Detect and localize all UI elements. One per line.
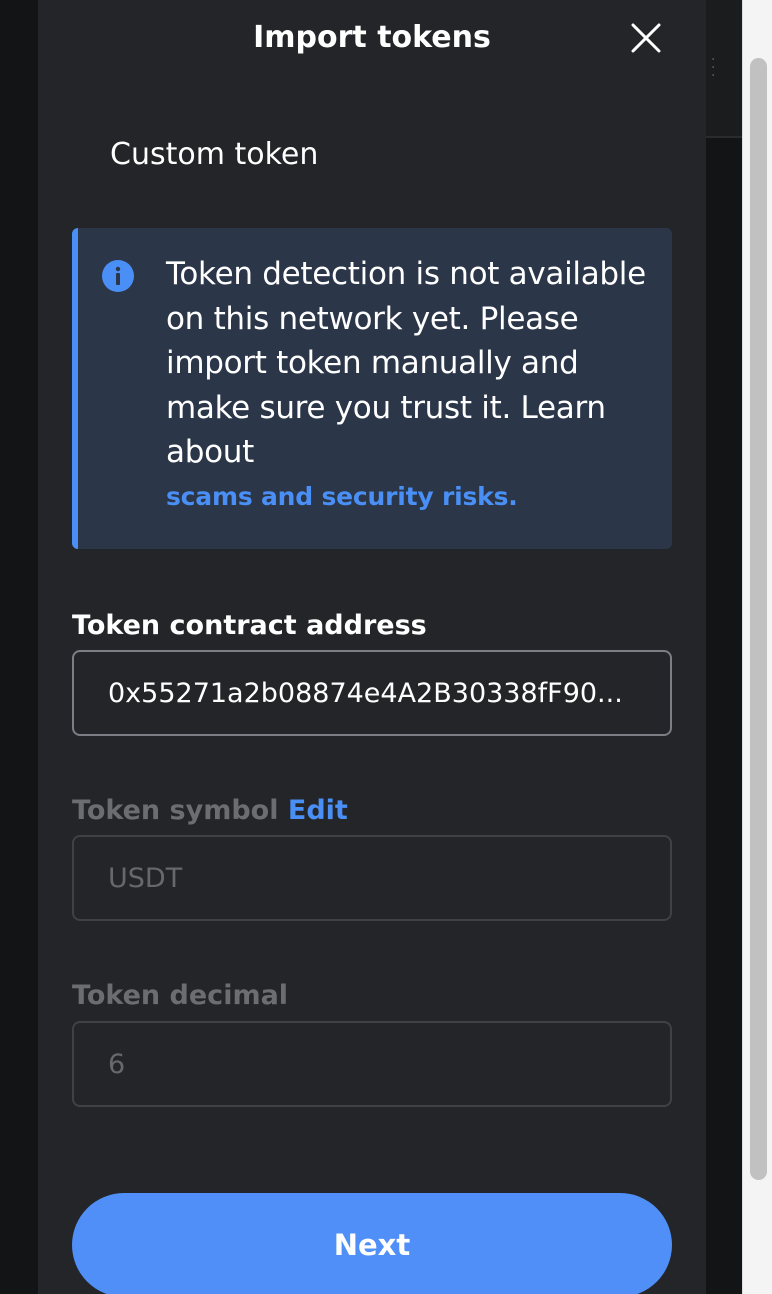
page: · · · Import tokens Custom token Token det… [0,0,772,1294]
backdrop-divider [706,136,742,138]
info-banner: Token detection is not available on this… [72,228,672,549]
edit-symbol-link[interactable]: Edit [288,795,348,826]
tab-custom-token[interactable]: Custom token [110,132,318,178]
close-button[interactable] [626,18,666,58]
contract-address-label: Token contract address [72,610,427,641]
scrollbar-thumb[interactable] [750,58,767,1180]
symbol-label-row: Token symbol Edit [72,791,348,831]
banner-text-block: Token detection is not available on this… [166,252,656,517]
info-icon [102,260,134,292]
banner-message: Token detection is not available on this… [166,256,646,470]
decimal-label: Token decimal [72,980,289,1011]
next-button[interactable]: Next [72,1193,672,1294]
backdrop-right [706,0,742,1294]
banner-accent-bar [72,228,78,549]
scams-security-link[interactable]: scams and security risks. [166,477,656,517]
contract-address-input[interactable] [72,650,672,736]
close-icon [631,23,661,53]
symbol-input [72,835,672,921]
more-options-icon[interactable]: · · · [711,53,715,84]
backdrop-left [0,0,38,1294]
decimal-input [72,1021,672,1107]
modal-title: Import tokens [253,20,491,55]
symbol-label: Token symbol [72,795,279,826]
import-tokens-modal: Import tokens Custom token Token detecti… [38,0,706,1294]
